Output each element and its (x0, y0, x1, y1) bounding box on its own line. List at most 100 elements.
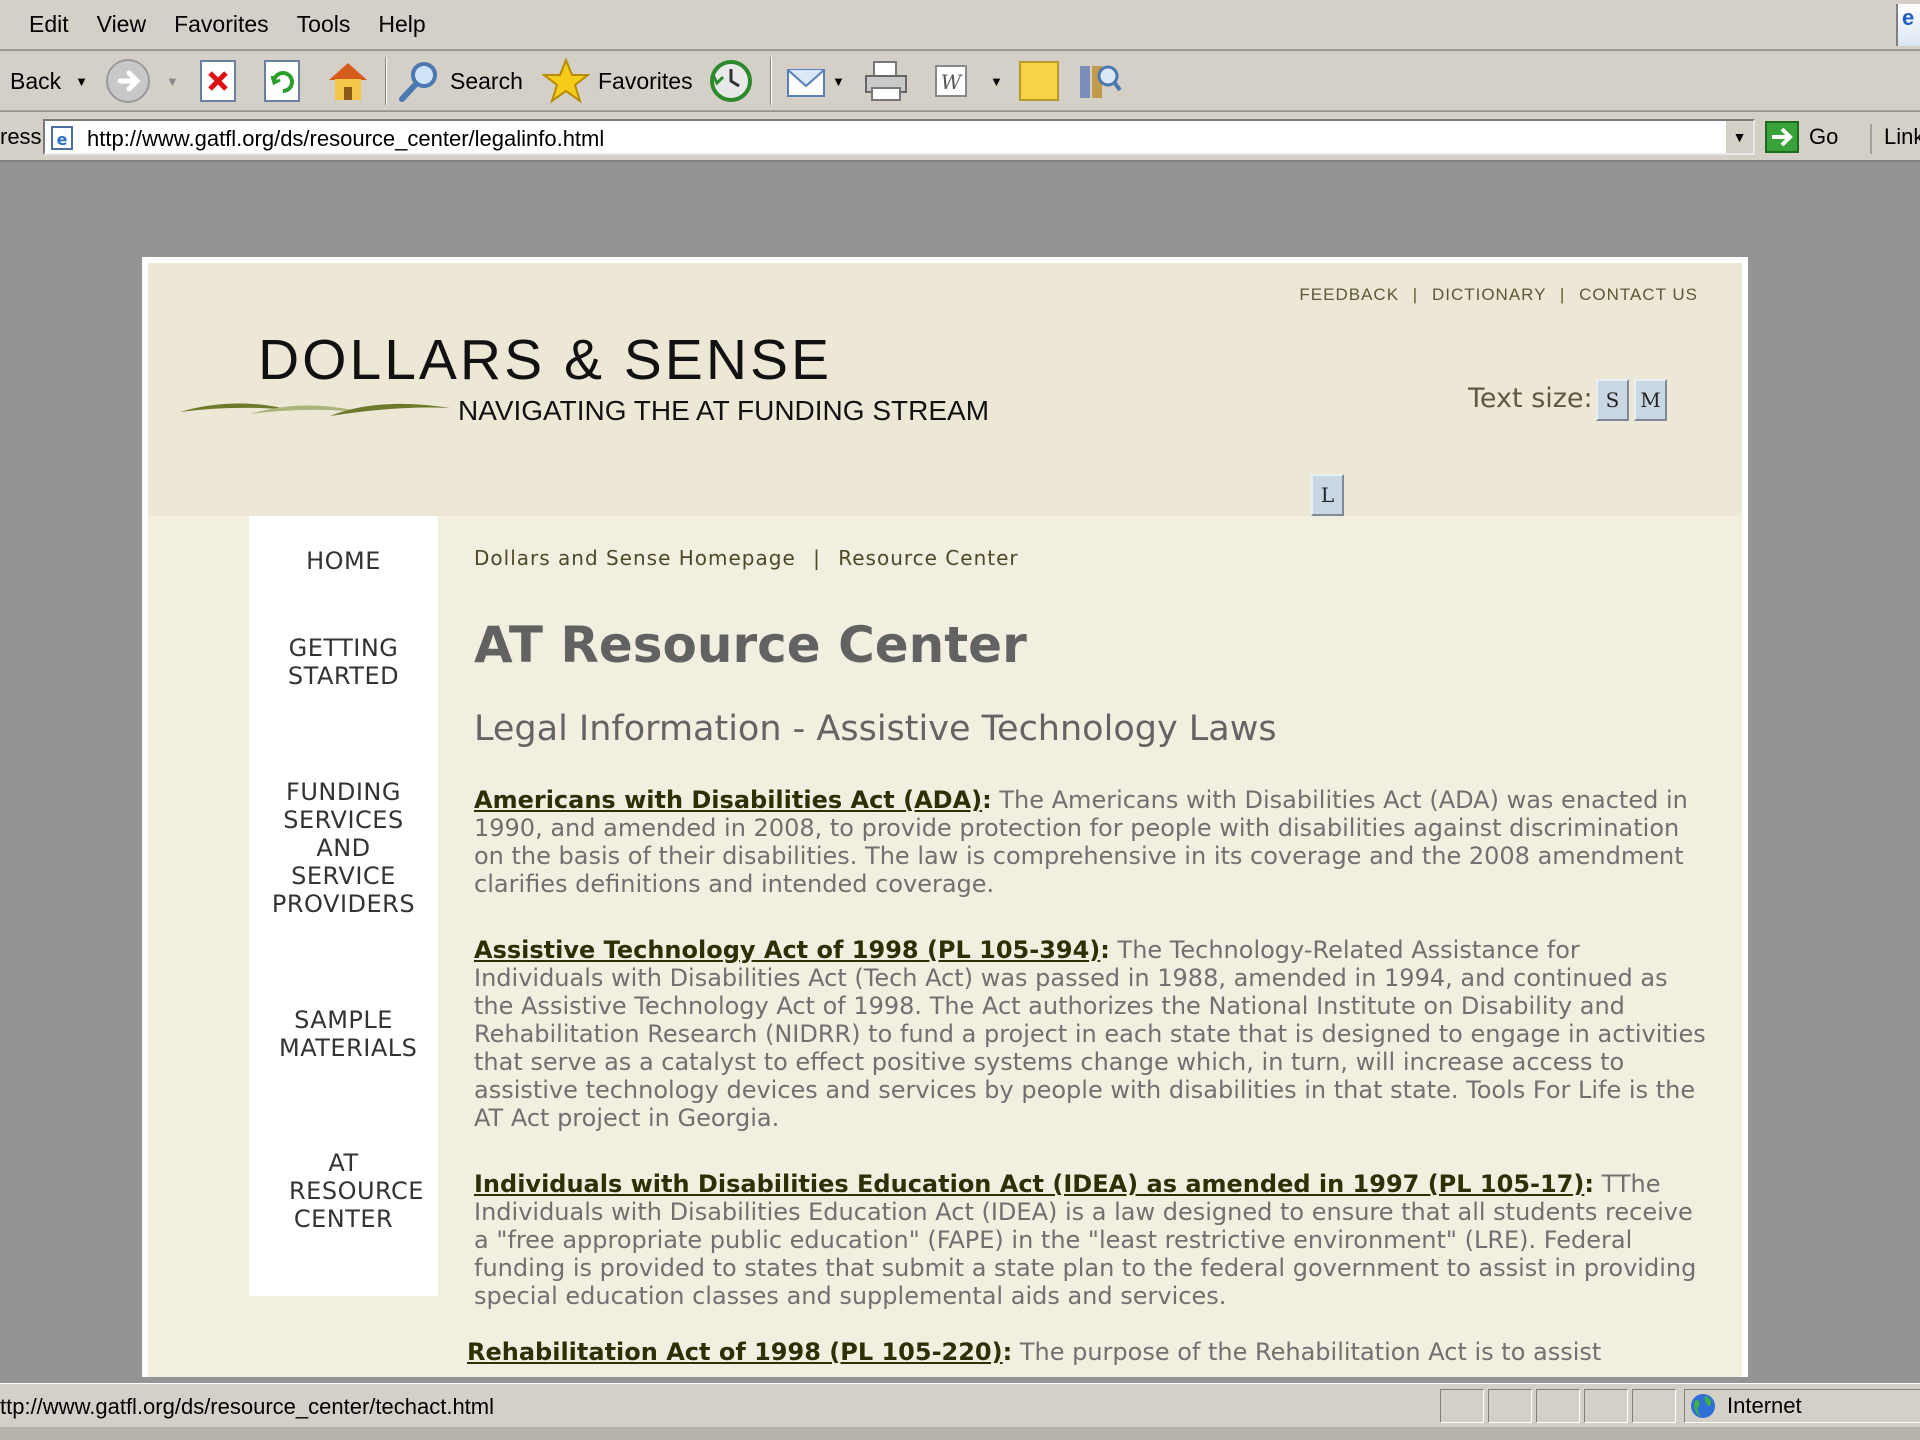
status-cell (1584, 1389, 1628, 1423)
note-icon (1019, 61, 1059, 101)
mail-button[interactable]: ▼ (784, 51, 845, 111)
svg-text:e: e (57, 130, 68, 149)
nav-funding-services[interactable]: FUNDING SERVICES AND SERVICE PROVIDERS (249, 778, 438, 918)
search-label: Search (450, 67, 523, 94)
refresh-icon (264, 60, 300, 102)
home-icon (329, 63, 367, 100)
page-subtitle: Legal Information - Assistive Technology… (474, 709, 1277, 749)
discuss-button[interactable] (1016, 51, 1062, 111)
law-description: The Technology-Related Assistance for In… (474, 936, 1706, 1132)
dictionary-link[interactable]: DICTIONARY (1432, 285, 1546, 304)
law-entry-idea: Individuals with Disabilities Education … (474, 1170, 1697, 1310)
law-link-ada[interactable]: Americans with Disabilities Act (ADA) (474, 786, 982, 814)
edit-dropdown-icon[interactable]: ▼ (972, 74, 1003, 89)
forward-dropdown-icon[interactable]: ▼ (152, 74, 179, 89)
text-size-small-button[interactable]: S (1596, 379, 1629, 421)
text-size-medium-button[interactable]: M (1634, 379, 1667, 421)
top-links-separator: | (1559, 285, 1566, 304)
nav-getting-started[interactable]: GETTING STARTED (249, 634, 438, 690)
stop-button[interactable] (198, 51, 240, 111)
logo-subtitle: NAVIGATING THE AT FUNDING STREAM (458, 395, 990, 426)
status-text: ttp://www.gatfl.org/ds/resource_center/t… (0, 1394, 495, 1419)
law-description: The purpose of the Rehabilitation Act is… (1019, 1338, 1602, 1366)
address-label: ress (0, 124, 42, 149)
menu-tools[interactable]: Tools (283, 11, 365, 38)
back-dropdown-icon[interactable]: ▼ (61, 74, 88, 89)
address-input[interactable]: e http://www.gatfl.org/ds/resource_cente… (43, 119, 1755, 155)
law-link-rehab-act[interactable]: Rehabilitation Act of 1998 (PL 105-220) (467, 1338, 1003, 1366)
top-links: FEEDBACK | DICTIONARY | CONTACT US (1299, 285, 1698, 305)
favorites-label: Favorites (598, 67, 693, 94)
star-icon (542, 57, 590, 104)
breadcrumb-home-link[interactable]: Dollars and Sense Homepage (474, 546, 796, 570)
forward-button[interactable]: ▼ (104, 51, 179, 111)
back-label: Back (10, 67, 62, 94)
nav-home[interactable]: HOME (249, 547, 438, 575)
breadcrumb-resource-center-link[interactable]: Resource Center (838, 546, 1018, 570)
favorites-button[interactable]: Favorites (542, 51, 693, 111)
history-button[interactable] (707, 51, 755, 111)
address-bar: ress e http://www.gatfl.org/ds/resource_… (0, 112, 1920, 162)
status-cell (1536, 1389, 1580, 1423)
feedback-link[interactable]: FEEDBACK (1299, 285, 1399, 304)
zone-label: Internet (1727, 1393, 1802, 1418)
links-label: Link (1884, 124, 1920, 149)
contact-us-link[interactable]: CONTACT US (1579, 285, 1698, 304)
menu-view[interactable]: View (83, 11, 160, 38)
status-cell (1488, 1389, 1532, 1423)
nav-sample-materials[interactable]: SAMPLE MATERIALS (249, 1006, 438, 1062)
search-icon (399, 62, 437, 102)
logo-title[interactable]: DOLLARS & SENSE (258, 327, 832, 393)
svg-text:W: W (941, 70, 963, 94)
links-button[interactable]: Link (1870, 124, 1920, 154)
go-label: Go (1809, 124, 1839, 149)
printer-icon (865, 61, 907, 101)
page-icon: e (51, 126, 73, 150)
status-bar: ttp://www.gatfl.org/ds/resource_center/t… (0, 1383, 1920, 1427)
edit-button[interactable]: W ▼ (930, 51, 1003, 111)
globe-icon (1691, 1394, 1715, 1418)
menu-favorites[interactable]: Favorites (160, 11, 283, 38)
law-link-tech-act[interactable]: Assistive Technology Act of 1998 (PL 105… (474, 936, 1100, 964)
breadcrumb: Dollars and Sense Homepage | Resource Ce… (474, 546, 1019, 570)
mail-dropdown-icon[interactable]: ▼ (830, 74, 845, 89)
nav-at-resource-center[interactable]: AT RESOURCE CENTER (249, 1149, 438, 1233)
history-icon (710, 60, 752, 102)
stop-icon (200, 60, 236, 102)
go-arrow-icon (1765, 121, 1799, 153)
law-entry-tech-act: Assistive Technology Act of 1998 (PL 105… (474, 936, 1706, 1132)
address-url: http://www.gatfl.org/ds/resource_center/… (87, 126, 605, 151)
window-bottom-edge (0, 1427, 1920, 1440)
back-button[interactable]: Back ▼ (0, 51, 88, 111)
text-size-label: Text size: (1468, 383, 1593, 414)
law-link-idea[interactable]: Individuals with Disabilities Education … (474, 1170, 1584, 1198)
toolbar-separator (770, 57, 772, 105)
web-page: FEEDBACK | DICTIONARY | CONTACT US DOLLA… (142, 257, 1748, 1377)
research-button[interactable] (1076, 51, 1124, 111)
status-cell (1632, 1389, 1676, 1423)
breadcrumb-separator: | (813, 546, 821, 570)
menu-bar: Edit View Favorites Tools Help e (0, 0, 1920, 50)
standard-toolbar: Back ▼ ▼ Search Favorites ▼ W ▼ (0, 51, 1920, 111)
mail-icon (787, 69, 825, 97)
law-entry-rehab-act: Rehabilitation Act of 1998 (PL 105-220):… (467, 1338, 1602, 1366)
menu-help[interactable]: Help (364, 11, 439, 38)
top-links-separator: | (1412, 285, 1419, 304)
address-dropdown-icon[interactable]: ▼ (1725, 121, 1753, 153)
site-header: FEEDBACK | DICTIONARY | CONTACT US DOLLA… (148, 263, 1742, 516)
search-button[interactable]: Search (396, 51, 523, 111)
left-navigation: HOME GETTING STARTED FUNDING SERVICES AN… (249, 516, 438, 1296)
toolbar-separator (385, 57, 387, 105)
print-button[interactable] (862, 51, 910, 111)
security-zone: Internet (1684, 1389, 1920, 1423)
menu-edit[interactable]: Edit (0, 11, 83, 38)
home-button[interactable] (325, 51, 371, 111)
page-title: AT Resource Center (474, 616, 1027, 674)
go-button[interactable]: Go (1765, 120, 1838, 154)
ie-logo-icon: e (1896, 4, 1920, 46)
law-entry-ada: Americans with Disabilities Act (ADA): T… (474, 786, 1688, 898)
refresh-button[interactable] (262, 51, 304, 111)
status-cell (1440, 1389, 1484, 1423)
text-size-large-button[interactable]: L (1311, 474, 1344, 516)
research-icon (1080, 65, 1122, 98)
